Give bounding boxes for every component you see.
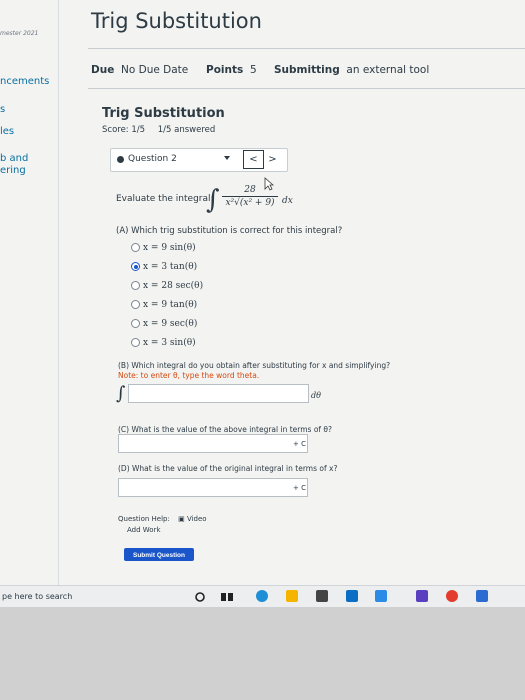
option-5[interactable]: x = 9 sec(θ): [131, 319, 197, 329]
meta-divider: [88, 88, 525, 89]
nav-item-s[interactable]: s: [0, 104, 5, 115]
integral-dx: dx: [282, 196, 293, 206]
part-d-plus-c: + C: [293, 484, 306, 492]
word-icon[interactable]: [476, 590, 488, 602]
chrome-icon[interactable]: [446, 590, 458, 602]
submit-question-button[interactable]: Submit Question: [124, 548, 194, 561]
option-3-text: x = 28 sec(θ): [143, 281, 204, 291]
points-label: Points: [206, 64, 244, 76]
integrand-denominator: x²√(x² + 9): [225, 198, 275, 208]
submitting-meta: Submitting an external tool: [274, 64, 429, 76]
points-value: 5: [249, 64, 257, 76]
next-question-button[interactable]: >: [262, 150, 283, 169]
option-5-radio[interactable]: [131, 319, 140, 328]
theta-note: Note: to enter θ, type the word theta.: [118, 371, 260, 380]
title-divider: [88, 48, 525, 49]
part-a-prompt: (A) Which trig substitution is correct f…: [116, 226, 343, 236]
prev-question-button[interactable]: <: [243, 150, 264, 169]
evaluate-label: Evaluate the integral:: [116, 194, 214, 204]
integral-sign-icon: ∫: [206, 185, 220, 215]
option-4-radio[interactable]: [131, 300, 140, 309]
due-value: No Due Date: [121, 64, 189, 76]
answered-text: 1/5 answered: [157, 125, 216, 135]
option-6-text: x = 3 sin(θ): [143, 338, 196, 348]
option-1-text: x = 9 sin(θ): [143, 243, 196, 253]
d-theta-label: dθ: [311, 391, 321, 400]
small-integral-sign-icon: ∫: [116, 383, 126, 404]
video-link[interactable]: ▣ Video: [178, 515, 206, 523]
option-3-radio[interactable]: [131, 281, 140, 290]
part-c-answer-input[interactable]: [118, 434, 308, 453]
option-5-text: x = 9 sec(θ): [143, 319, 198, 329]
part-d-answer-input[interactable]: [118, 478, 308, 497]
part-b-answer-input[interactable]: [128, 384, 309, 403]
app-icon[interactable]: [416, 590, 428, 602]
quiz-title: Trig Substitution: [102, 106, 225, 121]
option-4[interactable]: x = 9 tan(θ): [131, 300, 197, 310]
task-view-icon[interactable]: [221, 592, 233, 602]
part-d-prompt: (D) What is the value of the original in…: [118, 464, 338, 473]
option-2-text: x = 3 tan(θ): [143, 262, 198, 272]
add-work-link[interactable]: Add Work: [127, 526, 161, 534]
video-label: Video: [186, 515, 207, 523]
edge-icon[interactable]: [256, 590, 268, 602]
taskbar: pe here to search: [0, 585, 525, 608]
store-icon[interactable]: [316, 590, 328, 602]
page-title: Trig Substitution: [91, 9, 262, 33]
score-line: Score: 1/5 1/5 answered: [102, 125, 225, 135]
help-label: Question Help:: [118, 515, 170, 523]
option-6[interactable]: x = 3 sin(θ): [131, 338, 196, 348]
fraction-bar: [222, 196, 278, 197]
option-1-radio[interactable]: [131, 243, 140, 252]
question-help: Question Help: ▣ Video: [118, 515, 207, 523]
option-3[interactable]: x = 28 sec(θ): [131, 281, 203, 291]
mail-icon[interactable]: [346, 590, 358, 602]
option-4-text: x = 9 tan(θ): [143, 300, 198, 310]
option-2-radio[interactable]: [131, 262, 140, 271]
nav-announcements[interactable]: ncements: [0, 76, 49, 87]
option-1[interactable]: x = 9 sin(θ): [131, 243, 196, 253]
video-icon: ▣: [178, 515, 185, 523]
chevron-down-icon: [224, 156, 230, 160]
course-nav: mester 2021 ncements s les b and ering: [0, 0, 59, 585]
nav-item-ering[interactable]: ering: [0, 165, 26, 176]
monitor-bezel: [0, 607, 525, 700]
score-text: Score: 1/5: [102, 125, 146, 135]
submitting-value: an external tool: [346, 64, 430, 76]
option-6-radio[interactable]: [131, 338, 140, 347]
due-meta: Due No Due Date: [91, 64, 188, 76]
semester-label: mester 2021: [0, 30, 39, 37]
file-explorer-icon[interactable]: [286, 590, 298, 602]
points-meta: Points 5: [206, 64, 257, 76]
integrand-fraction: 28 x²√(x² + 9): [222, 185, 278, 208]
question-status-dot: [117, 156, 124, 163]
part-b-prompt: (B) Which integral do you obtain after s…: [118, 361, 391, 370]
due-label: Due: [91, 64, 115, 76]
nav-item-band[interactable]: b and: [0, 153, 28, 164]
part-c-prompt: (C) What is the value of the above integ…: [118, 425, 332, 434]
photoshop-icon[interactable]: [375, 590, 387, 602]
integrand-numerator: 28: [244, 185, 256, 195]
option-2[interactable]: x = 3 tan(θ): [131, 262, 197, 272]
submitting-label: Submitting: [274, 64, 340, 76]
part-c-plus-c: + C: [293, 440, 306, 448]
taskbar-search[interactable]: pe here to search: [0, 586, 152, 608]
cortana-icon[interactable]: [195, 592, 205, 602]
nav-files[interactable]: les: [0, 126, 14, 137]
question-select-label: Question 2: [128, 154, 177, 164]
